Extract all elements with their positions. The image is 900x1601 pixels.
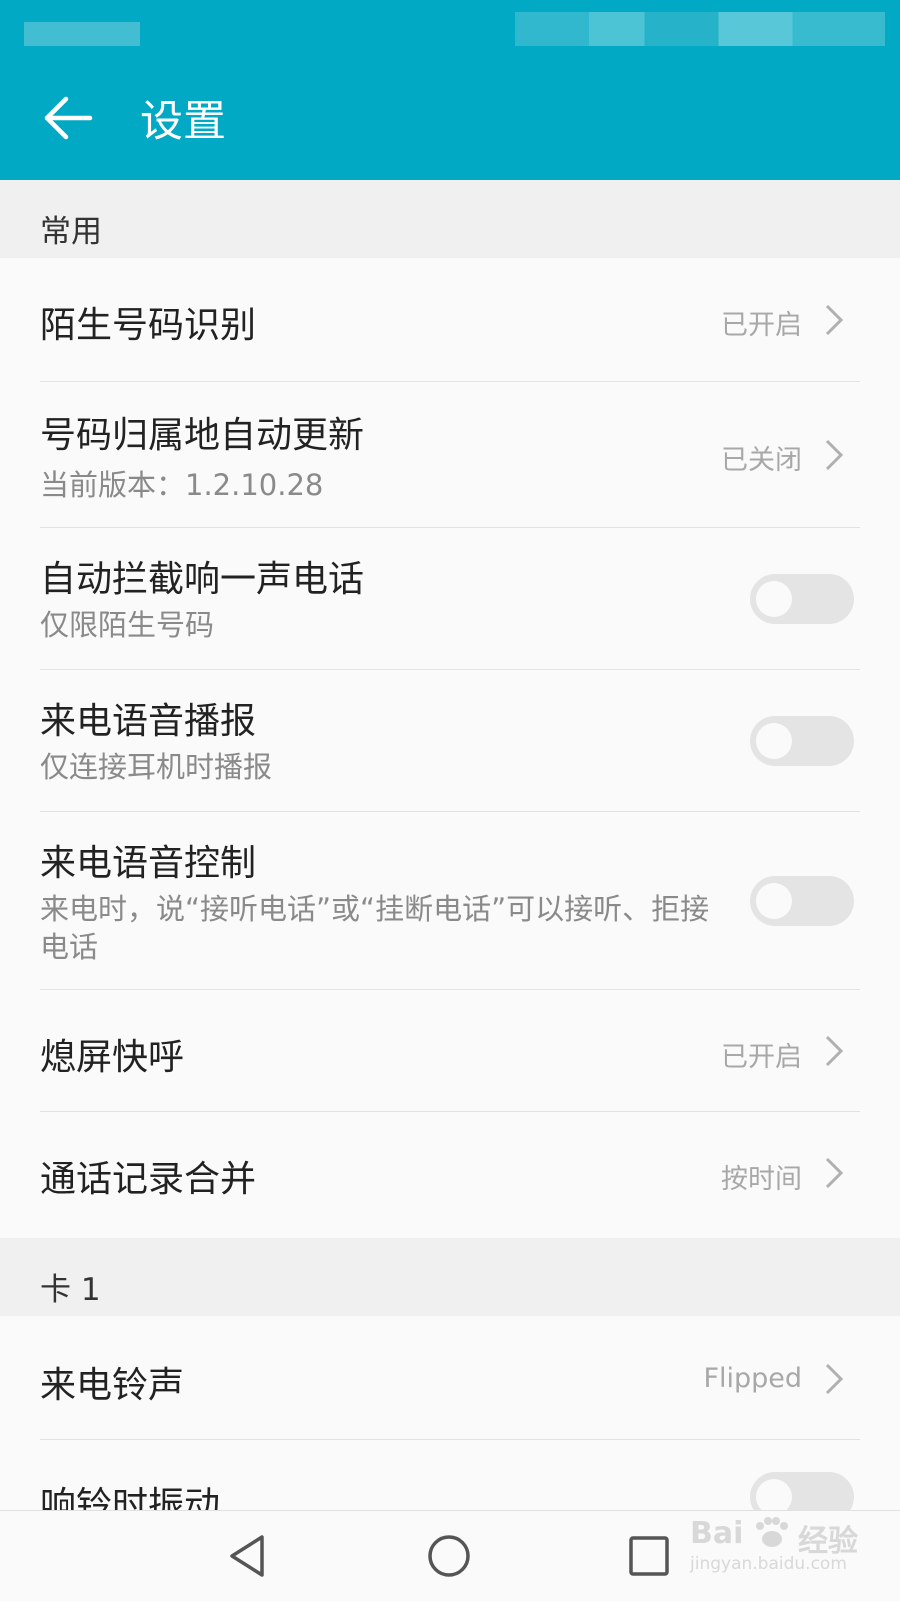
- app-header: 设置: [0, 0, 900, 180]
- section-title: 卡 1: [40, 1272, 101, 1308]
- section-header-common: 常用: [0, 180, 900, 258]
- row-subtitle: 来电时，说“接听电话”或“挂断电话”可以接听、拒接电话: [40, 892, 710, 964]
- row-value: 已开启: [721, 1042, 802, 1073]
- chevron-right-icon: [820, 437, 848, 473]
- toggle-switch[interactable]: [750, 574, 854, 624]
- toggle-switch[interactable]: [750, 1472, 854, 1510]
- row-vibrate-on-ring[interactable]: 响铃时振动: [0, 1440, 900, 1510]
- toggle-knob: [756, 1479, 792, 1510]
- section-header-card1: 卡 1: [0, 1238, 900, 1316]
- toggle-knob: [756, 883, 792, 919]
- row-value: 已关闭: [721, 445, 802, 476]
- chevron-right-icon: [820, 1155, 848, 1191]
- row-value: 按时间: [721, 1164, 802, 1195]
- status-bar-blurred-right: [515, 12, 885, 46]
- row-value: Flipped: [703, 1363, 802, 1394]
- row-auto-block-one-ring[interactable]: 自动拦截响一声电话 仅限陌生号码: [0, 528, 900, 670]
- row-caller-voice-announce[interactable]: 来电语音播报 仅连接耳机时播报: [0, 670, 900, 812]
- chevron-right-icon: [820, 1361, 848, 1397]
- arrow-left-icon: [44, 96, 93, 140]
- row-ringtone[interactable]: 来电铃声 Flipped: [0, 1316, 900, 1440]
- row-label: 熄屏快呼: [40, 1037, 185, 1078]
- row-label: 来电语音播报: [40, 701, 257, 742]
- row-unknown-number-id[interactable]: 陌生号码识别 已开启: [0, 258, 900, 382]
- row-label: 自动拦截响一声电话: [40, 559, 365, 600]
- row-label: 陌生号码识别: [40, 305, 257, 346]
- nav-home-button[interactable]: [422, 1529, 476, 1583]
- row-label: 号码归属地自动更新: [40, 415, 365, 456]
- row-label: 响铃时振动: [40, 1485, 221, 1510]
- section-title: 常用: [40, 214, 102, 250]
- row-value: 已开启: [721, 310, 802, 341]
- row-subtitle: 仅限陌生号码: [40, 608, 215, 642]
- system-nav-bar: [0, 1510, 900, 1601]
- row-label: 来电铃声: [40, 1365, 185, 1406]
- row-screen-off-quick-call[interactable]: 熄屏快呼 已开启: [0, 990, 900, 1112]
- row-call-log-merge[interactable]: 通话记录合并 按时间: [0, 1112, 900, 1238]
- status-bar-blurred-left: [24, 22, 140, 46]
- row-caller-voice-control[interactable]: 来电语音控制 来电时，说“接听电话”或“挂断电话”可以接听、拒接电话: [0, 812, 900, 990]
- nav-recents-button[interactable]: [622, 1529, 676, 1583]
- row-subtitle: 当前版本：1.2.10.28: [40, 468, 324, 502]
- circle-home-icon: [428, 1535, 470, 1577]
- toggle-knob: [756, 581, 792, 617]
- settings-group-card1: 来电铃声 Flipped 响铃时振动: [0, 1316, 900, 1510]
- row-location-auto-update[interactable]: 号码归属地自动更新 当前版本：1.2.10.28 已关闭: [0, 382, 900, 528]
- chevron-right-icon: [820, 1033, 848, 1069]
- back-button[interactable]: [36, 86, 106, 156]
- row-label: 通话记录合并: [40, 1159, 257, 1200]
- row-subtitle: 仅连接耳机时播报: [40, 750, 273, 784]
- chevron-right-icon: [820, 302, 848, 338]
- settings-group-common: 陌生号码识别 已开启 号码归属地自动更新 当前版本：1.2.10.28 已关闭 …: [0, 258, 900, 1238]
- triangle-back-icon: [230, 1535, 264, 1577]
- toggle-switch[interactable]: [750, 716, 854, 766]
- toggle-knob: [756, 723, 792, 759]
- square-recents-icon: [629, 1536, 669, 1576]
- nav-back-button[interactable]: [222, 1529, 276, 1583]
- row-label: 来电语音控制: [40, 843, 257, 884]
- page-title: 设置: [140, 97, 226, 147]
- toggle-switch[interactable]: [750, 876, 854, 926]
